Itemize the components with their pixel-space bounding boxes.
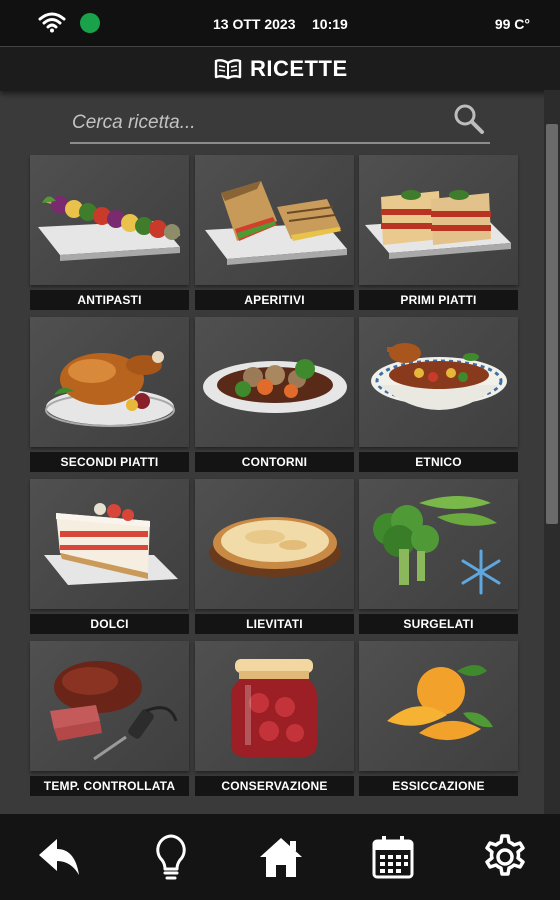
roast-beef-probe-icon [30,641,189,771]
home-icon [260,838,302,877]
category-tile-etnico[interactable]: ETNICO [359,317,518,472]
dried-fruit-icon [359,641,518,771]
category-tile-contorni[interactable]: CONTORNI [195,317,354,472]
title-bar: RICETTE [0,46,560,91]
cake-slice-icon [30,479,189,609]
calendar-icon [372,836,414,879]
frozen-vegetables-icon [359,479,518,609]
home-button[interactable] [254,830,308,884]
search-bar [70,100,490,144]
vegetables-plate-icon [195,317,354,447]
duck-bowl-icon [359,317,518,447]
scrollbar-thumb[interactable] [546,124,558,524]
category-tile-dolci[interactable]: DOLCI [30,479,189,634]
category-label: ANTIPASTI [30,290,189,310]
scrollbar-track[interactable] [544,90,560,814]
category-label: CONTORNI [195,452,354,472]
status-temperature: 99 C° [494,16,530,32]
panini-icon [195,155,354,285]
lightbulb-icon [156,834,186,880]
category-label: ESSICCAZIONE [359,776,518,796]
category-tile-antipasti[interactable]: ANTIPASTI [30,155,189,310]
tips-button[interactable] [144,830,198,884]
status-date: 13 OTT 2023 [213,16,296,32]
category-tile-aperitivi[interactable]: APERITIVI [195,155,354,310]
category-label: LIEVITATI [195,614,354,634]
connection-status-dot [80,13,100,33]
category-label: CONSERVAZIONE [195,776,354,796]
search-input[interactable] [70,108,444,138]
settings-button[interactable] [478,830,532,884]
category-label: ETNICO [359,452,518,472]
category-tile-essiccazione[interactable]: ESSICCAZIONE [359,641,518,796]
category-tile-lievitati[interactable]: LIEVITATI [195,479,354,634]
category-label: TEMP. CONTROLLATA [30,776,189,796]
category-label: APERITIVI [195,290,354,310]
category-tile-secondi-piatti[interactable]: SECONDI PIATTI [30,317,189,472]
book-icon [214,59,242,80]
status-bar: 13 OTT 2023 10:19 99 C° [0,0,560,46]
lasagna-icon [359,155,518,285]
category-tile-conservazione[interactable]: CONSERVAZIONE [195,641,354,796]
category-tile-surgelati[interactable]: SURGELATI [359,479,518,634]
preserve-jar-icon [195,641,354,771]
category-label: SURGELATI [359,614,518,634]
settings-gear-icon [485,834,525,876]
bottom-nav-bar [0,814,560,900]
back-arrow-icon [39,839,79,875]
calendar-button[interactable] [366,830,420,884]
roast-chicken-icon [30,317,189,447]
category-label: PRIMI PIATTI [359,290,518,310]
search-icon[interactable] [452,102,486,136]
category-tile-temp-controllata[interactable]: TEMP. CONTROLLATA [30,641,189,796]
wifi-icon [38,12,66,33]
category-tile-primi-piatti[interactable]: PRIMI PIATTI [359,155,518,310]
category-label: DOLCI [30,614,189,634]
category-grid: ANTIPASTI APERITIVI PRIMI PIATTI SECONDI… [30,155,518,798]
pie-icon [195,479,354,609]
status-time: 10:19 [312,16,348,32]
skewers-icon [30,155,189,285]
back-button[interactable] [32,830,86,884]
page-title: RICETTE [250,56,348,81]
category-label: SECONDI PIATTI [30,452,189,472]
